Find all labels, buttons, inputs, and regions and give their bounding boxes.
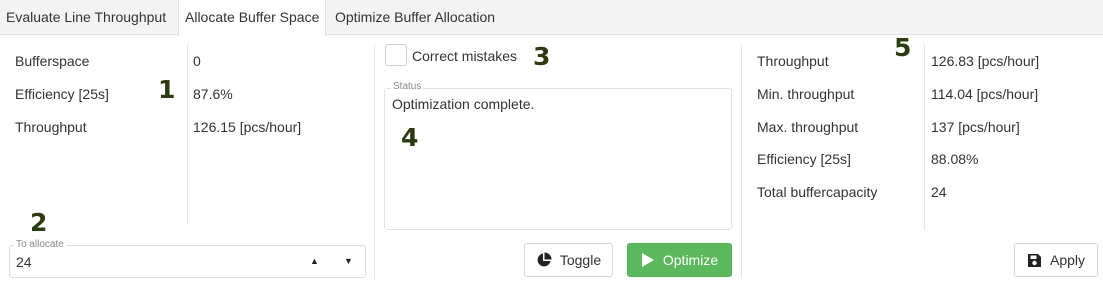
bufferspace-label: Bufferspace bbox=[15, 53, 90, 69]
correct-mistakes-checkbox[interactable] bbox=[385, 44, 407, 66]
result-throughput-value: 126.83 [pcs/hour] bbox=[931, 53, 1040, 69]
correct-mistakes-label: Correct mistakes bbox=[412, 48, 518, 64]
spin-up-icon[interactable]: ▲ bbox=[310, 256, 319, 266]
annotation-2: 2 bbox=[30, 208, 48, 237]
tab-optimize-buffer-allocation[interactable]: Optimize Buffer Allocation bbox=[329, 0, 501, 35]
status-legend: Status bbox=[391, 81, 424, 92]
panel-divider-left bbox=[374, 44, 375, 278]
throughput-label: Throughput bbox=[15, 119, 87, 135]
save-icon bbox=[1027, 253, 1042, 268]
total-buffercapacity-label: Total buffercapacity bbox=[757, 184, 878, 200]
optimize-label: Optimize bbox=[662, 252, 719, 268]
min-throughput-label: Min. throughput bbox=[757, 86, 855, 102]
annotation-1: 1 bbox=[158, 75, 176, 104]
annotation-3: 3 bbox=[533, 42, 551, 71]
max-throughput-value: 137 [pcs/hour] bbox=[931, 119, 1020, 135]
left-column-divider bbox=[187, 44, 188, 224]
bufferspace-value: 0 bbox=[193, 53, 201, 69]
result-efficiency-value: 88.08% bbox=[931, 151, 979, 167]
dropdown-caret-icon[interactable]: ▼ bbox=[344, 256, 353, 266]
to-allocate-legend: To allocate bbox=[14, 239, 66, 250]
apply-button[interactable]: Apply bbox=[1014, 243, 1098, 277]
optimize-button[interactable]: Optimize bbox=[627, 243, 732, 277]
max-throughput-label: Max. throughput bbox=[757, 119, 859, 135]
result-efficiency-label: Efficiency [25s] bbox=[757, 151, 851, 167]
annotation-5: 5 bbox=[894, 33, 912, 62]
pie-chart-icon bbox=[536, 252, 552, 268]
tab-evaluate-line-throughput[interactable]: Evaluate Line Throughput bbox=[0, 0, 172, 35]
toggle-label: Toggle bbox=[559, 252, 602, 268]
play-icon bbox=[641, 252, 655, 268]
efficiency-value: 87.6% bbox=[193, 86, 233, 102]
throughput-value: 126.15 [pcs/hour] bbox=[193, 119, 302, 135]
result-throughput-label: Throughput bbox=[757, 53, 829, 69]
annotation-4: 4 bbox=[401, 123, 419, 152]
right-column-divider bbox=[924, 44, 925, 230]
panel-divider-right bbox=[741, 44, 742, 278]
toggle-button[interactable]: Toggle bbox=[524, 243, 613, 277]
tab-bar: Evaluate Line Throughput Allocate Buffer… bbox=[0, 0, 1103, 36]
status-text: Optimization complete. bbox=[392, 96, 535, 112]
tab-allocate-buffer-space[interactable]: Allocate Buffer Space bbox=[178, 0, 327, 36]
apply-label: Apply bbox=[1049, 252, 1086, 268]
min-throughput-value: 114.04 [pcs/hour] bbox=[931, 86, 1039, 102]
to-allocate-value[interactable]: 24 bbox=[16, 254, 32, 270]
total-buffercapacity-value: 24 bbox=[931, 184, 947, 200]
efficiency-label: Efficiency [25s] bbox=[15, 86, 109, 102]
